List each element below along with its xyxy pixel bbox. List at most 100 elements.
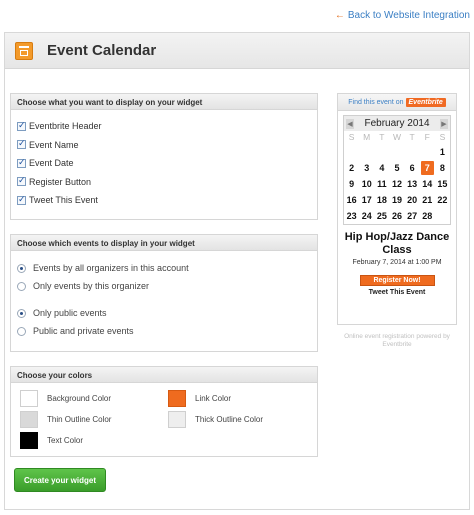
calendar-day[interactable]: 23 [344, 208, 359, 224]
calendar-day[interactable]: 17 [359, 192, 374, 208]
find-event-bar[interactable]: Find this event on Eventbrite [338, 94, 456, 111]
calendar-day[interactable]: 13 [405, 176, 420, 192]
weekday-label: W [392, 132, 401, 142]
calendar-day[interactable]: 18 [374, 192, 389, 208]
events-filter-heading: Choose which events to display in your w… [11, 235, 317, 251]
back-to-integration-link[interactable]: ← Back to Website Integration [335, 10, 470, 21]
calendar-day[interactable]: 16 [344, 192, 359, 208]
eventbrite-logo: Eventbrite [405, 97, 446, 107]
calendar-day[interactable]: 4 [374, 160, 389, 176]
calendar-day[interactable]: 9 [344, 176, 359, 192]
calendar-month: February 2014 [364, 118, 430, 129]
checkbox-event-name[interactable] [17, 138, 26, 150]
calendar-day[interactable]: 26 [389, 208, 404, 224]
thin-outline-color-option[interactable]: Thin Outline Color [20, 411, 111, 428]
powered-by-text[interactable]: Online event registration powered by Eve… [337, 333, 457, 349]
calendar-day[interactable]: 15 [435, 176, 450, 192]
calendar-day[interactable]: 28 [420, 208, 435, 224]
radio-public-events[interactable] [17, 308, 26, 318]
calendar-empty-cell [344, 144, 359, 160]
option-public-private-events[interactable]: Public and private events [17, 322, 311, 340]
weekday-header: SMTWTFS [344, 131, 450, 144]
option-label: Tweet This Event [29, 195, 98, 206]
events-filter-panel: Choose which events to display in your w… [10, 234, 318, 352]
checkbox-register-button[interactable] [17, 175, 26, 187]
calendar-icon [15, 41, 33, 60]
option-label: Only events by this organizer [33, 281, 150, 291]
calendar-empty-cell [374, 144, 389, 160]
radio-this-organizer[interactable] [17, 281, 26, 291]
prev-month-icon[interactable]: ◀ [346, 118, 354, 129]
calendar-day[interactable]: 2 [344, 160, 359, 176]
calendar-day[interactable]: 10 [359, 176, 374, 192]
option-label: Event Name [29, 139, 79, 150]
background-color-option[interactable]: Background Color [20, 390, 111, 407]
thick-outline-color-swatch[interactable] [168, 411, 186, 428]
back-link-label: Back to Website Integration [347, 10, 470, 21]
weekday-label: F [424, 132, 430, 142]
calendar-day[interactable]: 12 [389, 176, 404, 192]
checkbox-eventbrite-header[interactable] [17, 120, 26, 131]
color-label: Text Color [47, 436, 84, 445]
option-label: Events by all organizers in this account [33, 263, 189, 273]
radio-public-private-events[interactable] [17, 326, 26, 336]
option-all-organizers[interactable]: Events by all organizers in this account [17, 259, 311, 277]
event-date: February 7, 2014 at 1:00 PM [352, 259, 442, 266]
calendar-day[interactable]: 19 [389, 192, 404, 208]
radio-all-organizers[interactable] [17, 263, 26, 273]
page-header: Event Calendar [5, 33, 469, 69]
link-color-swatch[interactable] [168, 390, 186, 407]
option-event-date[interactable]: Event Date [17, 154, 311, 173]
next-month-icon[interactable]: ▶ [439, 118, 448, 129]
calendar-day[interactable]: 3 [359, 160, 374, 176]
calendar-empty-cell [435, 208, 450, 224]
option-eventbrite-header[interactable]: Eventbrite Header [17, 117, 311, 136]
thin-outline-color-swatch[interactable] [20, 411, 38, 428]
link-color-option[interactable]: Link Color [168, 390, 231, 407]
calendar-day[interactable]: 20 [405, 192, 420, 208]
text-color-swatch[interactable] [20, 432, 38, 449]
color-label: Background Color [47, 394, 112, 403]
calendar-day[interactable]: 11 [374, 176, 389, 192]
color-label: Thick Outline Color [195, 415, 264, 424]
calendar-days: 1 2 3 4 5 6 7 8 9 10 11 12 13 14 15 16 17 18 19 20 21 22 23 24 2… [344, 144, 450, 224]
calendar-day[interactable]: 24 [359, 208, 374, 224]
colors-heading: Choose your colors [11, 367, 317, 383]
tweet-this-event-link[interactable]: Tweet This Event [338, 289, 456, 296]
calendar-empty-cell [420, 144, 435, 160]
option-event-name[interactable]: Event Name [17, 136, 311, 155]
calendar-day[interactable]: 1 [435, 144, 450, 160]
option-label: Eventbrite Header [29, 121, 102, 132]
back-arrow-icon: ← [334, 10, 345, 21]
option-tweet-this-event[interactable]: Tweet This Event [17, 191, 311, 210]
option-label: Public and private events [33, 326, 134, 336]
weekday-label: M [363, 132, 371, 142]
calendar-day[interactable]: 21 [420, 192, 435, 208]
color-label: Link Color [195, 394, 232, 403]
checkbox-tweet-this-event[interactable] [17, 194, 26, 205]
checkbox-event-date[interactable] [17, 157, 26, 168]
background-color-swatch[interactable] [20, 390, 38, 407]
create-widget-button[interactable]: Create your widget [14, 468, 106, 492]
thick-outline-color-option[interactable]: Thick Outline Color [168, 411, 263, 428]
event-title[interactable]: Hip Hop/Jazz Dance Class [338, 231, 456, 257]
option-register-button[interactable]: Register Button [17, 173, 311, 192]
calendar-day[interactable]: 14 [420, 176, 435, 192]
calendar-day[interactable]: 6 [405, 160, 420, 176]
calendar-day[interactable]: 8 [435, 160, 450, 176]
option-label: Only public events [33, 308, 107, 318]
text-color-option[interactable]: Text Color [20, 432, 83, 449]
register-now-button[interactable]: Register Now! [359, 275, 435, 286]
find-event-text: Find this event on [348, 98, 404, 106]
display-options-heading: Choose what you want to display on your … [11, 94, 317, 110]
calendar-day[interactable]: 25 [374, 208, 389, 224]
option-public-events[interactable]: Only public events [17, 304, 311, 322]
option-label: Event Date [29, 158, 74, 169]
display-options-panel: Choose what you want to display on your … [10, 93, 318, 220]
calendar-day[interactable]: 5 [389, 160, 404, 176]
calendar-day[interactable]: 22 [435, 192, 450, 208]
option-this-organizer[interactable]: Only events by this organizer [17, 277, 311, 295]
calendar-day[interactable]: 7 [420, 161, 434, 175]
color-label: Thin Outline Color [47, 415, 112, 424]
calendar-day[interactable]: 27 [405, 208, 420, 224]
